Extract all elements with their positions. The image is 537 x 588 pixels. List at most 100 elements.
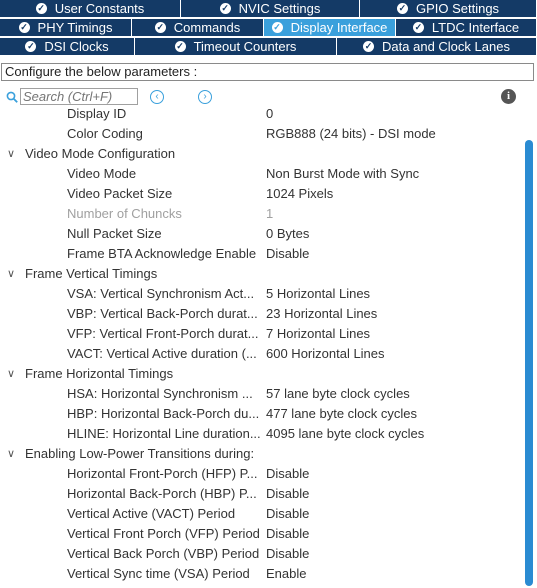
parameter-value[interactable]: 1: [266, 204, 273, 224]
parameter-value[interactable]: 477 lane byte clock cycles: [266, 404, 417, 424]
section-label: Enabling Low-Power Transitions during:: [25, 446, 255, 461]
parameter-value[interactable]: 1024 Pixels: [266, 184, 333, 204]
tab-nvic-settings[interactable]: ✓ NVIC Settings: [181, 0, 360, 18]
parameter-value[interactable]: 4095 lane byte clock cycles: [266, 424, 424, 444]
check-circle-icon: ✓: [271, 22, 283, 33]
parameter-label: VSA: Vertical Synchronism Act...: [67, 286, 255, 301]
tab-gpio-settings[interactable]: ✓ GPIO Settings: [360, 0, 537, 18]
parameter-label: Horizontal Front-Porch (HFP) P...: [67, 466, 258, 481]
info-icon[interactable]: i: [501, 89, 516, 104]
tab-row-3: ✓ DSI Clocks ✓ Timeout Counters ✓ Data and …: [0, 38, 537, 57]
search-input[interactable]: [20, 88, 138, 105]
check-circle-icon: ✓: [412, 22, 424, 33]
parameter-label: Number of Chuncks: [67, 206, 182, 221]
parameter-value[interactable]: Non Burst Mode with Sync: [266, 164, 419, 184]
check-circle-icon: ✓: [18, 22, 30, 33]
parameter-row[interactable]: Display ID 0: [0, 108, 523, 124]
parameter-label: Horizontal Back-Porch (HBP) P...: [67, 486, 257, 501]
parameter-value[interactable]: 23 Horizontal Lines: [266, 304, 377, 324]
parameter-row[interactable]: Vertical Sync time (VSA) Period Enable: [0, 564, 523, 584]
parameter-value[interactable]: 5 Horizontal Lines: [266, 284, 370, 304]
tree-section[interactable]: ∨ Video Mode Configuration: [0, 144, 523, 164]
parameter-value[interactable]: Enable: [266, 564, 306, 584]
parameter-row[interactable]: Vertical Active (VACT) Period Disable: [0, 504, 523, 524]
tree-section[interactable]: ∨ Enabling Low-Power Transitions during:: [0, 444, 523, 464]
toolbar: ‹ › i: [0, 86, 537, 108]
arrow-left-icon[interactable]: ‹: [150, 90, 164, 104]
check-circle-icon: ✓: [174, 41, 186, 52]
parameter-row[interactable]: Vertical Back Porch (VBP) Period Disable: [0, 544, 523, 564]
parameter-label: HSA: Horizontal Synchronism ...: [67, 386, 253, 401]
tree-section[interactable]: ∨ Frame Horizontal Timings: [0, 364, 523, 384]
parameter-row[interactable]: Video Packet Size 1024 Pixels: [0, 184, 523, 204]
parameter-value[interactable]: Disable: [266, 544, 309, 564]
parameter-value[interactable]: Disable: [266, 244, 309, 264]
tab-row-2: ✓ PHY Timings ✓ Commands ✓ Display Interfac…: [0, 19, 537, 38]
parameter-value[interactable]: 7 Horizontal Lines: [266, 324, 370, 344]
check-circle-icon: ✓: [35, 3, 47, 14]
parameter-row[interactable]: Vertical Front Porch (VFP) Period Disable: [0, 524, 523, 544]
parameter-label: VACT: Vertical Active duration (...: [67, 346, 257, 361]
parameter-row[interactable]: Null Packet Size 0 Bytes: [0, 224, 523, 244]
parameter-label: Video Packet Size: [67, 186, 173, 201]
parameter-label: HBP: Horizontal Back-Porch du...: [67, 406, 260, 421]
parameter-row[interactable]: HLINE: Horizontal Line duration... 4095 l…: [0, 424, 523, 444]
parameter-value[interactable]: 0: [266, 108, 273, 124]
parameter-tree: Display ID 0 Color Coding RGB888 (24 bits) …: [0, 108, 523, 588]
tab-dsi-clocks[interactable]: ✓ DSI Clocks: [0, 38, 135, 56]
check-circle-icon: ✓: [25, 41, 37, 52]
parameter-value[interactable]: 600 Horizontal Lines: [266, 344, 385, 364]
parameter-value[interactable]: RGB888 (24 bits) - DSI mode: [266, 124, 436, 144]
tab-ltdc-interface[interactable]: ✓ LTDC Interface: [396, 19, 537, 37]
parameter-row[interactable]: HSA: Horizontal Synchronism ... 57 lane b…: [0, 384, 523, 404]
check-circle-icon: ✓: [219, 3, 231, 14]
parameter-value[interactable]: Disable: [266, 524, 309, 544]
section-label: Frame Horizontal Timings: [25, 366, 174, 381]
parameter-value[interactable]: Disable: [266, 504, 309, 524]
parameter-label: Frame BTA Acknowledge Enable: [67, 246, 257, 261]
tree-section[interactable]: ∨ Frame Vertical Timings: [0, 264, 523, 284]
tab-user-constants[interactable]: ✓ User Constants: [0, 0, 181, 18]
chevron-down-icon[interactable]: ∨: [7, 364, 19, 384]
scrollbar-thumb[interactable]: [525, 140, 533, 586]
parameter-label: Color Coding: [67, 126, 143, 141]
parameter-row[interactable]: VBP: Vertical Back-Porch durat... 23 Hori…: [0, 304, 523, 324]
parameter-row[interactable]: VACT: Vertical Active duration (... 600 H…: [0, 344, 523, 364]
parameter-value[interactable]: Disable: [266, 484, 309, 504]
configure-parameters-label: Configure the below parameters :: [1, 63, 534, 81]
parameter-label: Null Packet Size: [67, 226, 162, 241]
tab-timeout-counters[interactable]: ✓ Timeout Counters: [135, 38, 337, 56]
chevron-down-icon[interactable]: ∨: [7, 444, 19, 464]
chevron-down-icon[interactable]: ∨: [7, 144, 19, 164]
parameter-label: Vertical Back Porch (VBP) Period: [67, 546, 260, 561]
chevron-down-icon[interactable]: ∨: [7, 264, 19, 284]
parameter-row[interactable]: VFP: Vertical Front-Porch durat... 7 Hori…: [0, 324, 523, 344]
parameter-row[interactable]: HBP: Horizontal Back-Porch du... 477 lane…: [0, 404, 523, 424]
parameter-label: Vertical Front Porch (VFP) Period: [67, 526, 260, 541]
parameter-value[interactable]: 0 Bytes: [266, 224, 309, 244]
parameter-label: VBP: Vertical Back-Porch durat...: [67, 306, 258, 321]
parameter-row[interactable]: Color Coding RGB888 (24 bits) - DSI mode: [0, 124, 523, 144]
tab-data-and-clock-lanes[interactable]: ✓ Data and Clock Lanes: [337, 38, 537, 56]
parameter-value[interactable]: Disable: [266, 464, 309, 484]
parameter-row[interactable]: Frame BTA Acknowledge Enable Disable: [0, 244, 523, 264]
parameter-label: HLINE: Horizontal Line duration...: [67, 426, 261, 441]
parameter-row[interactable]: Horizontal Back-Porch (HBP) P... Disable: [0, 484, 523, 504]
tab-phy-timings[interactable]: ✓ PHY Timings: [0, 19, 132, 37]
parameter-label: VFP: Vertical Front-Porch durat...: [67, 326, 259, 341]
parameter-value[interactable]: 57 lane byte clock cycles: [266, 384, 410, 404]
arrow-right-icon[interactable]: ›: [198, 90, 212, 104]
tab-commands[interactable]: ✓ Commands: [132, 19, 264, 37]
check-circle-icon: ✓: [154, 22, 166, 33]
search-icon[interactable]: [6, 91, 18, 103]
parameter-row[interactable]: VSA: Vertical Synchronism Act... 5 Horizo…: [0, 284, 523, 304]
check-circle-icon: ✓: [396, 3, 408, 14]
check-circle-icon: ✓: [363, 41, 375, 52]
parameter-row[interactable]: Video Mode Non Burst Mode with Sync: [0, 164, 523, 184]
parameter-row[interactable]: Horizontal Front-Porch (HFP) P... Disable: [0, 464, 523, 484]
parameter-label: Vertical Active (VACT) Period: [67, 506, 236, 521]
tab-display-interface[interactable]: ✓ Display Interface: [264, 19, 396, 37]
parameter-label: Video Mode: [67, 166, 137, 181]
parameter-row[interactable]: Number of Chuncks 1: [0, 204, 523, 224]
tab-row-1: ✓ User Constants ✓ NVIC Settings ✓ GPIO Set…: [0, 0, 537, 19]
